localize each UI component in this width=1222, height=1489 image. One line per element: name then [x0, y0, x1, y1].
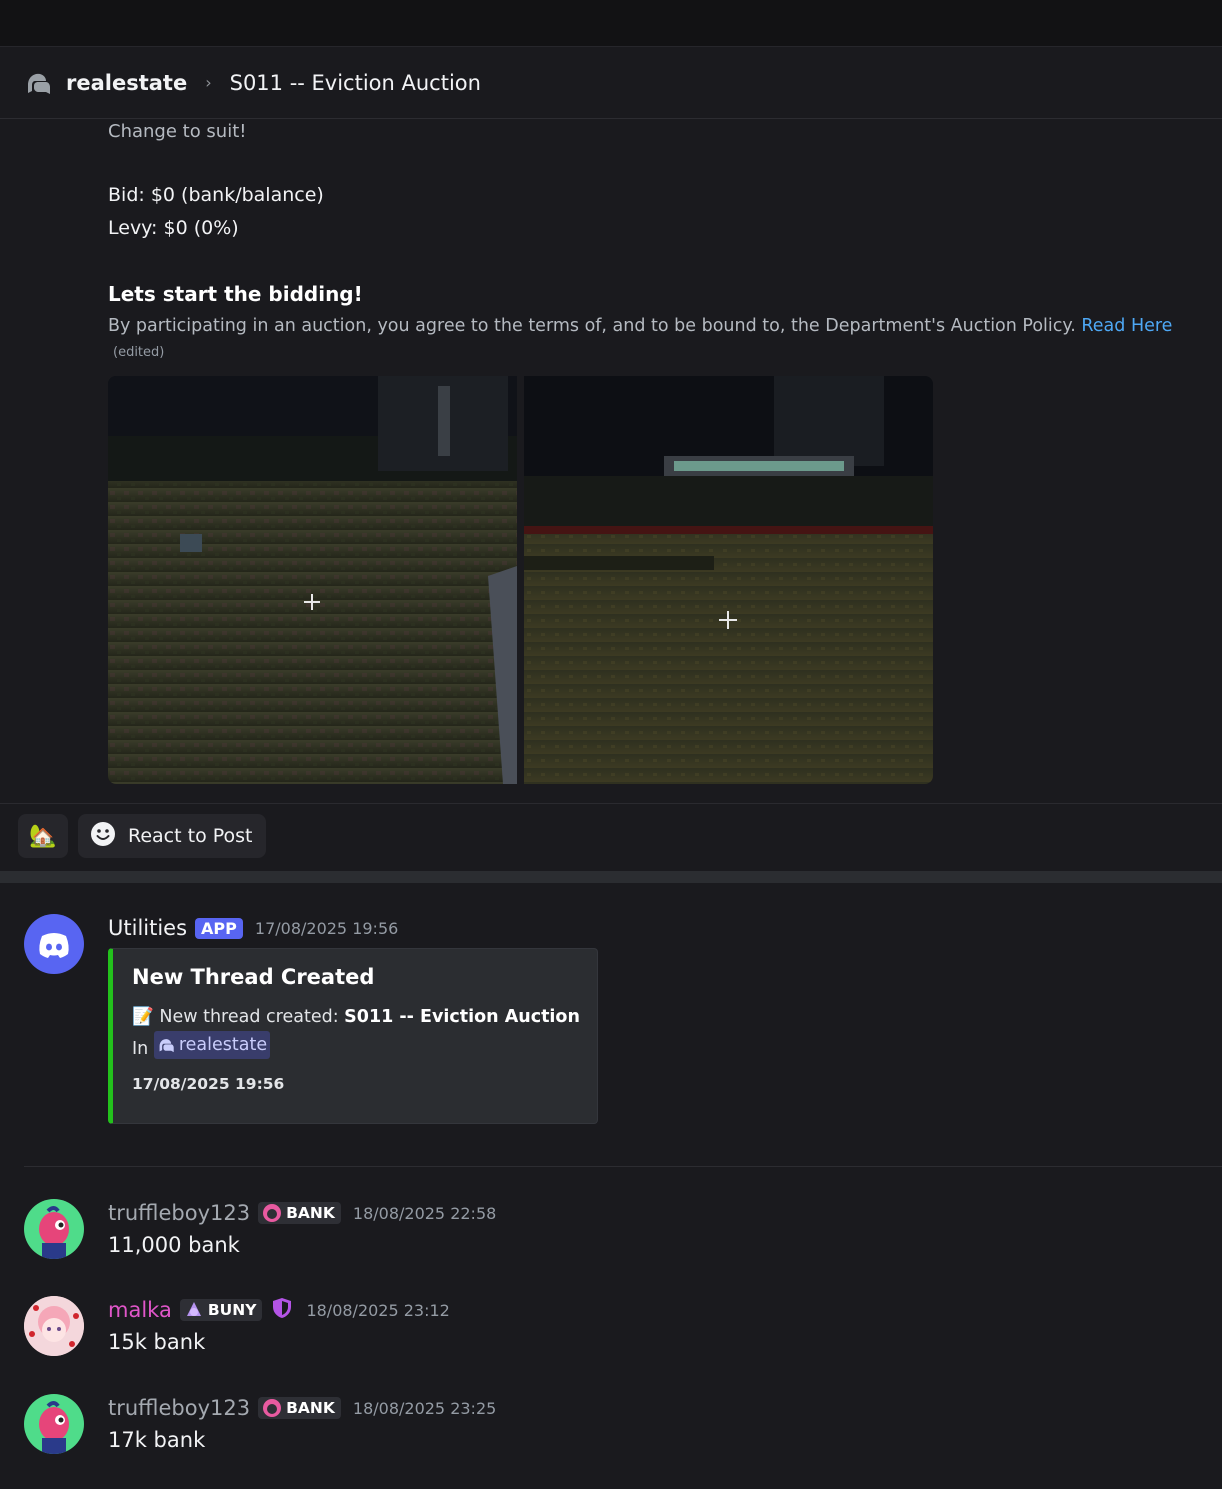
buny-role-icon [186, 1302, 201, 1316]
message-text: 11,000 bank [108, 1233, 240, 1257]
attachment-image-1[interactable] [108, 376, 517, 784]
react-to-post-label: React to Post [128, 825, 253, 847]
avatar[interactable] [24, 1199, 84, 1259]
timestamp: 18/08/2025 22:58 [352, 1203, 497, 1223]
message-header: truffleboy123 BANK 18/08/2025 23:25 [108, 1394, 496, 1422]
role-badge: BANK [258, 1397, 341, 1419]
avatar[interactable] [24, 1394, 84, 1454]
role-label: BUNY [207, 1301, 257, 1319]
post-line-change: Change to suit! [108, 121, 247, 142]
username[interactable]: malka [108, 1298, 172, 1322]
read-here-link[interactable]: Read Here [1081, 316, 1172, 336]
role-label: BANK [286, 1399, 335, 1417]
mention-channel-name: realestate [178, 1035, 268, 1055]
attachment-image-2[interactable] [524, 376, 933, 784]
embed-footer-timestamp: 17/08/2025 19:56 [132, 1075, 285, 1093]
role-badge: BUNY [179, 1299, 263, 1321]
role-badge: BANK [258, 1202, 341, 1224]
timestamp: 18/08/2025 23:25 [352, 1398, 497, 1418]
breadcrumb-chevron-icon: › [205, 73, 212, 92]
house-reaction[interactable]: 🏡 [18, 814, 68, 858]
policy-text: By participating in an auction, you agre… [108, 311, 1208, 341]
window-top-bar [0, 0, 1222, 47]
role-label: BANK [286, 1204, 335, 1222]
forum-channel-icon [24, 69, 52, 97]
channel-mention[interactable]: realestate [153, 1031, 271, 1059]
policy-sentence: By participating in an auction, you agre… [108, 316, 1076, 336]
avatar[interactable] [24, 1296, 84, 1356]
post-reactions: 🏡 React to Post [18, 814, 267, 858]
embed-description: 📝 New thread created: S011 -- Eviction A… [132, 1003, 597, 1063]
bank-role-icon [263, 1399, 282, 1417]
app-badge: APP [195, 917, 243, 939]
timestamp: 18/08/2025 23:12 [306, 1300, 450, 1320]
shield-icon [270, 1296, 294, 1324]
post-divider [0, 803, 1222, 804]
post-thread-separator [0, 871, 1222, 883]
post-bid-line: Bid: $0 (bank/balance) [108, 184, 324, 206]
channel-name[interactable]: realestate [66, 71, 187, 95]
message-header: truffleboy123 BANK 18/08/2025 22:58 [108, 1199, 496, 1227]
post-levy-line: Levy: $0 (0%) [108, 217, 239, 239]
forum-channel-icon [159, 1039, 174, 1053]
post-heading: Lets start the bidding! [108, 282, 363, 306]
thread-title[interactable]: S011 -- Eviction Auction [230, 71, 481, 95]
memo-emoji: 📝 [132, 1007, 154, 1027]
message-divider [24, 1166, 1222, 1167]
react-to-post-button[interactable]: React to Post [78, 814, 267, 858]
username[interactable]: Utilities [108, 916, 187, 940]
forum-post-body: Change to suit! Bid: $0 (bank/balance) L… [108, 118, 1208, 360]
message-header: Utilities APP 17/08/2025 19:56 [108, 914, 398, 942]
thread-created-embed: New Thread Created 📝 New thread created:… [108, 948, 598, 1124]
edited-label: (edited) [113, 345, 165, 360]
embed-title: New Thread Created [132, 965, 375, 989]
embed-in-label: In [132, 1039, 149, 1059]
username[interactable]: truffleboy123 [108, 1201, 250, 1225]
username[interactable]: truffleboy123 [108, 1396, 250, 1420]
message-text: 15k bank [108, 1330, 206, 1354]
smiley-icon [90, 821, 116, 852]
timestamp: 17/08/2025 19:56 [254, 918, 399, 938]
embed-desc-prefix: New thread created: [159, 1007, 339, 1027]
bank-role-icon [263, 1204, 282, 1222]
embed-thread-name: S011 -- Eviction Auction [344, 1007, 580, 1027]
channel-header: realestate › S011 -- Eviction Auction [0, 47, 1222, 119]
message-text: 17k bank [108, 1428, 206, 1452]
avatar[interactable] [24, 914, 84, 974]
message-header: malka BUNY 18/08/2025 23:12 [108, 1296, 450, 1324]
